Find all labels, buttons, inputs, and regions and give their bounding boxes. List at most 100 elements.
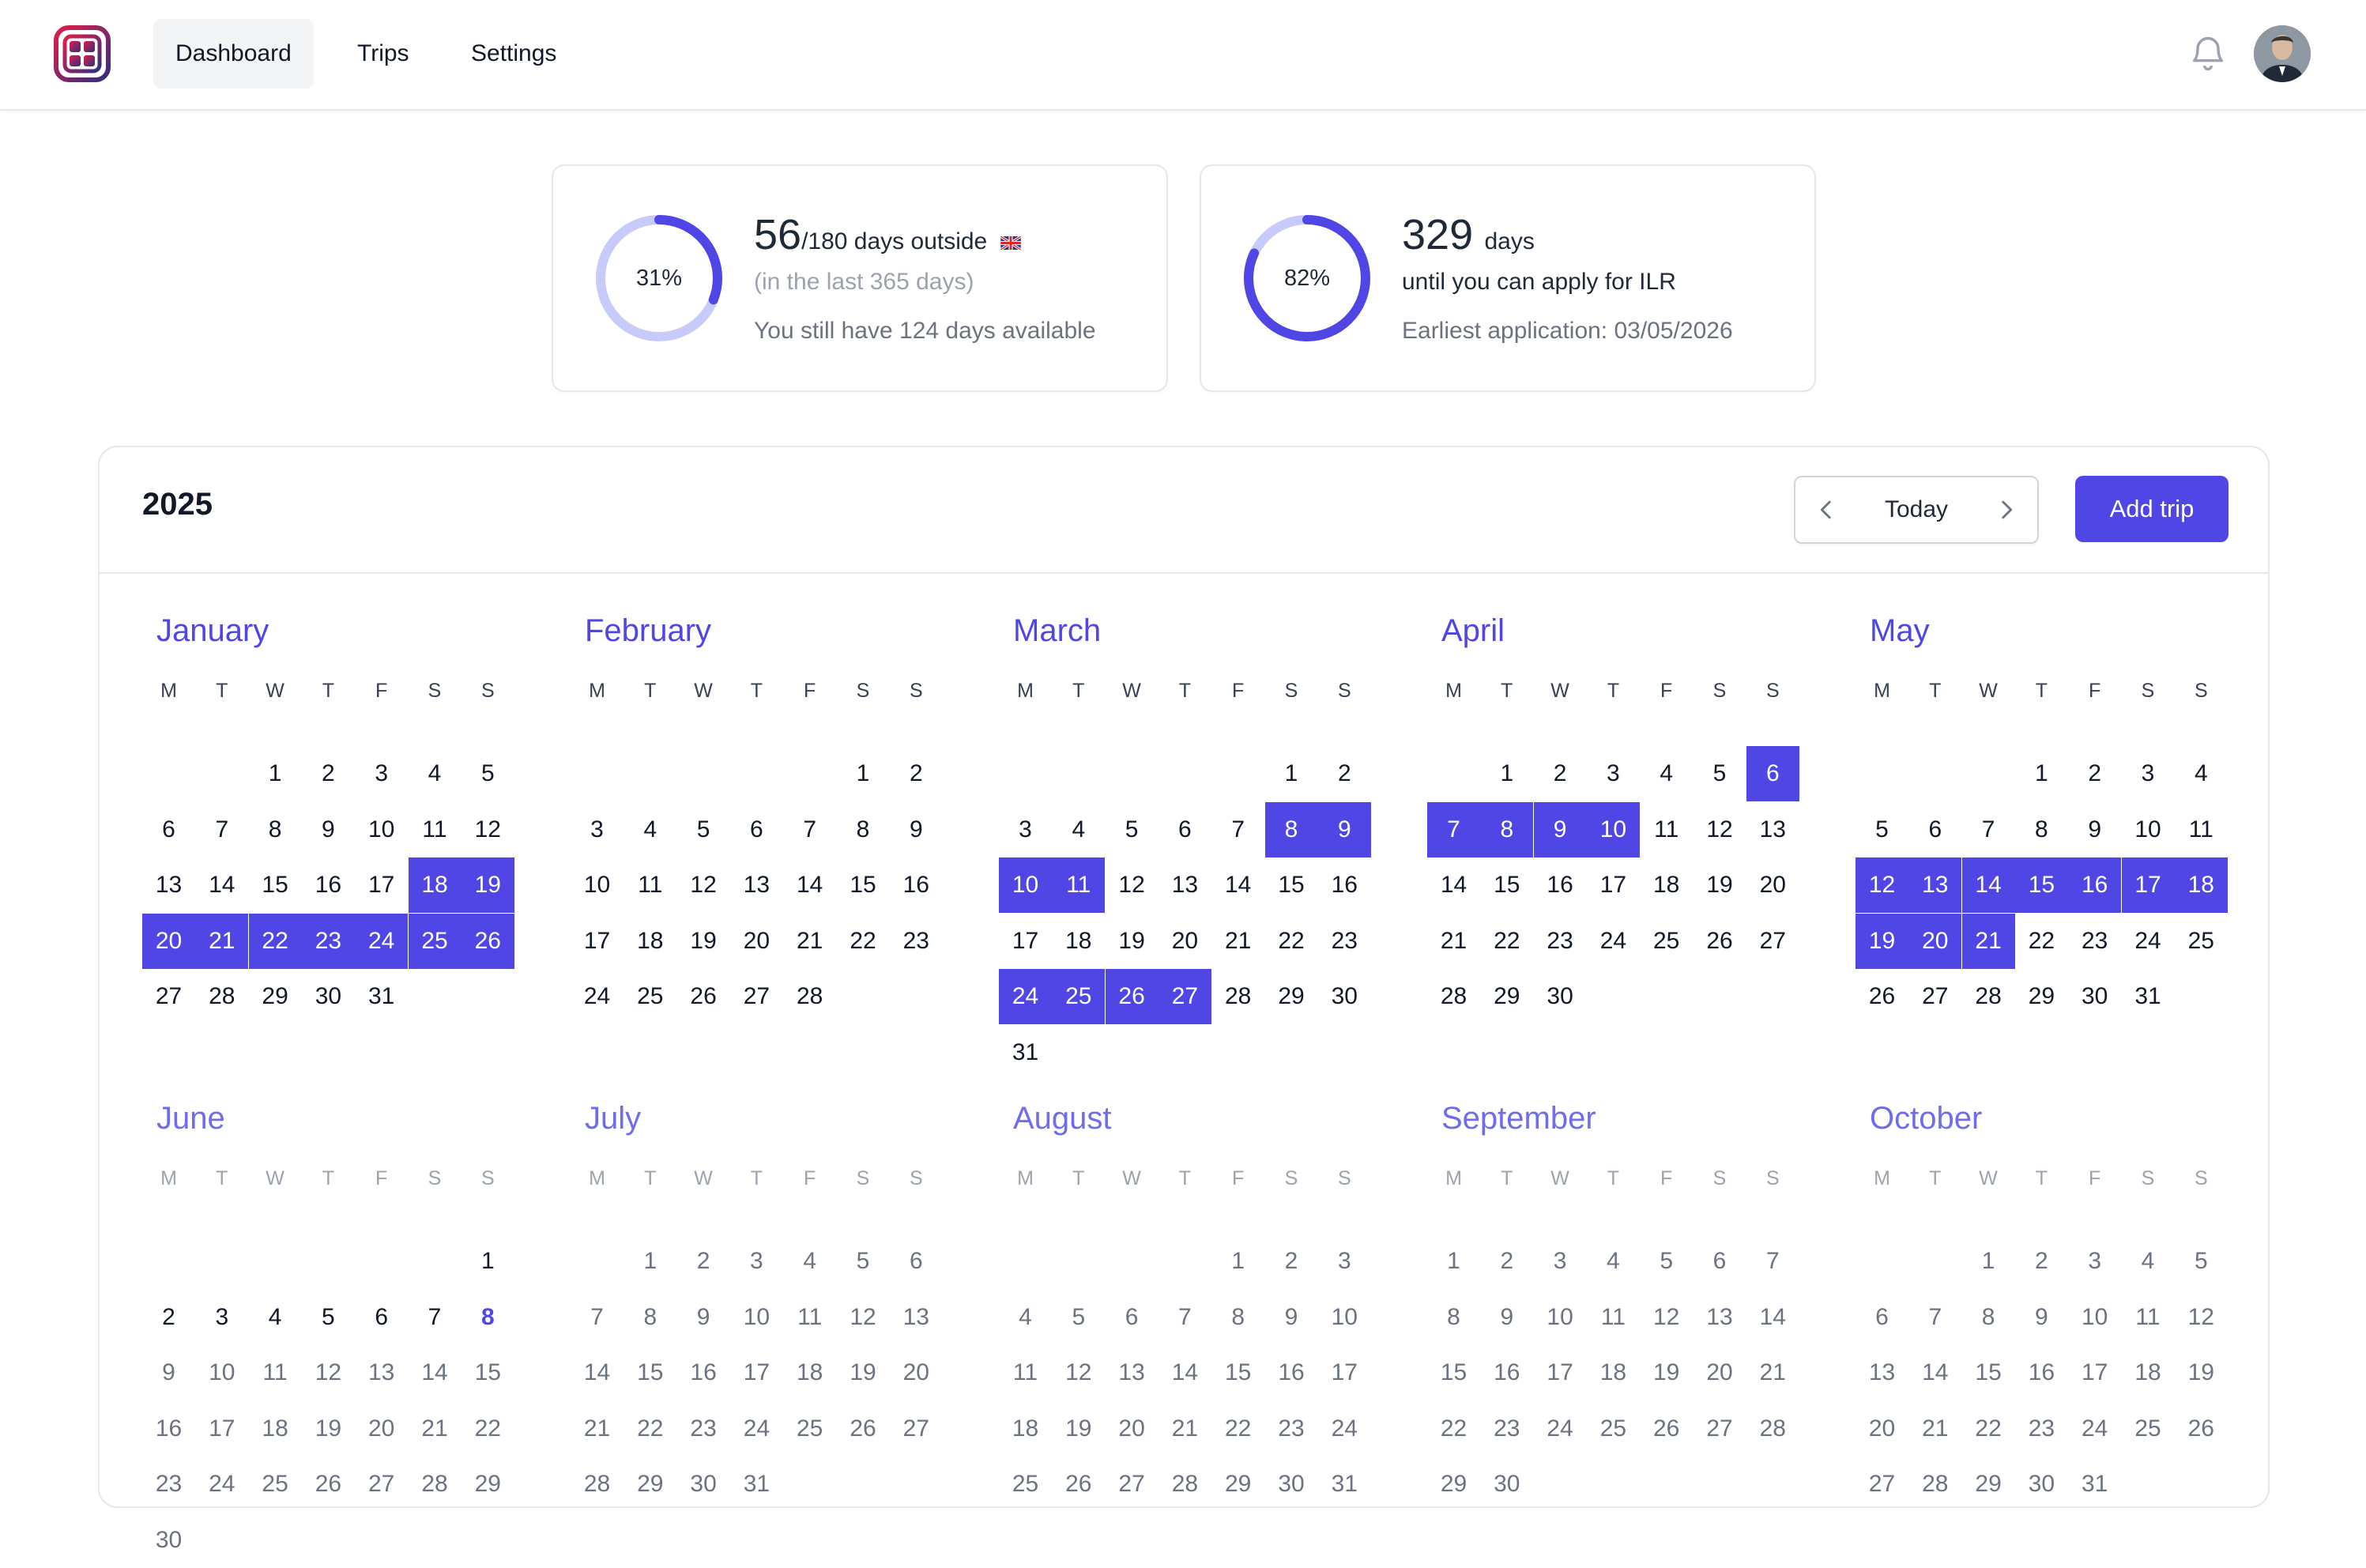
day-cell[interactable]: 22 (1962, 1401, 2015, 1457)
nav-settings[interactable]: Settings (449, 19, 578, 89)
day-cell[interactable]: 28 (1908, 1457, 1961, 1512)
trip-day-cell[interactable]: 19 (1856, 913, 1908, 969)
day-cell[interactable]: 6 (355, 1290, 408, 1345)
day-cell[interactable]: 9 (1480, 1290, 1533, 1345)
day-cell[interactable]: 13 (142, 858, 195, 913)
day-cell[interactable]: 2 (1265, 1234, 1318, 1289)
day-cell[interactable]: 9 (2068, 802, 2121, 858)
day-cell[interactable]: 5 (837, 1234, 890, 1289)
trip-day-cell[interactable]: 23 (301, 913, 355, 969)
trip-day-cell[interactable]: 10 (999, 858, 1052, 914)
day-cell[interactable]: 29 (1427, 1457, 1480, 1512)
day-cell[interactable]: 26 (1640, 1401, 1693, 1457)
day-cell[interactable]: 6 (1693, 1234, 1746, 1289)
day-cell[interactable]: 12 (462, 802, 514, 858)
day-cell[interactable]: 10 (1318, 1290, 1371, 1345)
day-cell[interactable]: 12 (1693, 802, 1746, 858)
day-cell[interactable]: 17 (999, 914, 1052, 969)
day-cell[interactable]: 16 (2015, 1345, 2068, 1400)
trip-day-cell[interactable]: 13 (1908, 858, 1962, 914)
day-cell[interactable]: 7 (1962, 802, 2015, 858)
day-cell[interactable]: 4 (624, 802, 676, 858)
day-cell[interactable]: 7 (195, 802, 248, 858)
day-cell[interactable]: 23 (2015, 1401, 2068, 1457)
day-cell[interactable]: 12 (2175, 1290, 2228, 1345)
day-cell[interactable]: 30 (1480, 1457, 1533, 1512)
trip-day-cell[interactable]: 8 (1264, 801, 1318, 858)
day-cell[interactable]: 9 (890, 802, 943, 858)
day-cell[interactable]: 15 (462, 1345, 514, 1400)
day-cell[interactable]: 16 (1534, 858, 1587, 913)
trip-day-cell[interactable]: 16 (2068, 858, 2122, 914)
day-cell[interactable]: 17 (195, 1401, 248, 1457)
trip-day-cell[interactable]: 20 (1908, 913, 1962, 969)
day-cell[interactable]: 16 (1480, 1345, 1533, 1400)
day-cell[interactable]: 22 (2015, 914, 2068, 969)
day-cell[interactable]: 27 (730, 969, 783, 1024)
day-cell[interactable]: 7 (783, 802, 836, 858)
day-cell[interactable]: 5 (1052, 1290, 1105, 1345)
trip-day-cell[interactable]: 25 (1052, 969, 1106, 1025)
trip-day-cell[interactable]: 10 (1586, 801, 1640, 858)
day-cell[interactable]: 24 (1318, 1401, 1371, 1457)
day-cell[interactable]: 29 (1480, 969, 1533, 1024)
day-cell[interactable]: 17 (571, 914, 624, 969)
day-cell[interactable]: 18 (1052, 914, 1105, 969)
day-cell[interactable]: 13 (730, 858, 783, 913)
day-cell[interactable]: 5 (677, 802, 730, 858)
day-cell[interactable]: 1 (249, 746, 302, 801)
day-cell[interactable]: 11 (624, 858, 676, 913)
day-cell[interactable]: 15 (1265, 858, 1318, 913)
day-cell[interactable]: 24 (1534, 1401, 1587, 1457)
day-cell[interactable]: 2 (1480, 1234, 1533, 1289)
trip-day-cell[interactable]: 21 (1961, 913, 2015, 969)
trip-day-cell[interactable]: 6 (1746, 746, 1799, 801)
day-cell[interactable]: 6 (1159, 802, 1211, 858)
day-cell[interactable]: 10 (1534, 1290, 1587, 1345)
day-cell[interactable]: 28 (1159, 1457, 1211, 1512)
day-cell[interactable]: 13 (1159, 858, 1211, 913)
trip-day-cell[interactable]: 22 (248, 913, 302, 969)
day-cell[interactable]: 20 (1856, 1401, 1908, 1457)
day-cell[interactable]: 17 (730, 1345, 783, 1400)
trip-day-cell[interactable]: 18 (2174, 858, 2228, 914)
day-cell[interactable]: 22 (1480, 914, 1533, 969)
day-cell[interactable]: 3 (1318, 1234, 1371, 1289)
day-cell[interactable]: 12 (1106, 858, 1159, 913)
day-cell[interactable]: 23 (677, 1401, 730, 1457)
day-cell[interactable]: 31 (2068, 1457, 2121, 1512)
day-cell[interactable]: 8 (462, 1290, 514, 1345)
day-cell[interactable]: 11 (999, 1345, 1052, 1400)
day-cell[interactable]: 28 (1746, 1401, 1799, 1457)
day-cell[interactable]: 4 (2122, 1234, 2175, 1289)
day-cell[interactable]: 16 (677, 1345, 730, 1400)
day-cell[interactable]: 12 (1052, 1345, 1105, 1400)
day-cell[interactable]: 6 (142, 802, 195, 858)
day-cell[interactable]: 16 (142, 1401, 195, 1457)
day-cell[interactable]: 2 (890, 746, 943, 801)
day-cell[interactable]: 29 (2015, 969, 2068, 1024)
day-cell[interactable]: 13 (1856, 1345, 1908, 1400)
day-cell[interactable]: 14 (783, 858, 836, 913)
day-cell[interactable]: 6 (890, 1234, 943, 1289)
day-cell[interactable]: 21 (1746, 1345, 1799, 1400)
day-cell[interactable]: 19 (2175, 1345, 2228, 1400)
day-cell[interactable]: 11 (249, 1345, 302, 1400)
chevron-left-icon[interactable] (1813, 496, 1840, 523)
day-cell[interactable]: 27 (1693, 1401, 1746, 1457)
day-cell[interactable]: 28 (1211, 969, 1264, 1024)
day-cell[interactable]: 28 (1427, 969, 1480, 1024)
day-cell[interactable]: 28 (571, 1457, 624, 1512)
day-cell[interactable]: 28 (1962, 969, 2015, 1024)
day-cell[interactable]: 18 (249, 1401, 302, 1457)
day-cell[interactable]: 24 (571, 969, 624, 1024)
day-cell[interactable]: 1 (1265, 746, 1318, 801)
day-cell[interactable]: 4 (1587, 1234, 1640, 1289)
day-cell[interactable]: 30 (302, 969, 355, 1024)
day-cell[interactable]: 24 (195, 1457, 248, 1512)
day-cell[interactable]: 14 (1427, 858, 1480, 913)
day-cell[interactable]: 25 (2122, 1401, 2175, 1457)
day-cell[interactable]: 22 (1427, 1401, 1480, 1457)
day-cell[interactable]: 11 (783, 1290, 836, 1345)
day-cell[interactable]: 26 (677, 969, 730, 1024)
